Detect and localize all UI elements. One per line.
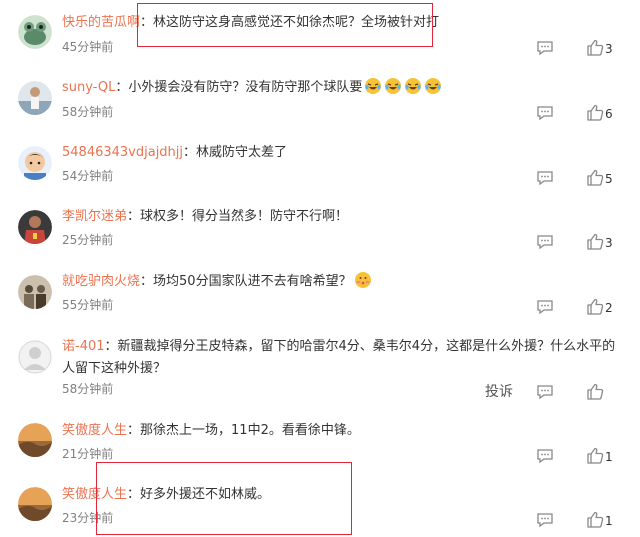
thumbs-up-icon[interactable] [586, 39, 604, 56]
highlight-box [137, 3, 433, 47]
frog-avatar[interactable] [18, 15, 52, 49]
thumbs-up-icon[interactable] [586, 233, 604, 250]
username-link[interactable]: 就吃驴肉火烧 [62, 274, 140, 289]
comment-text: 那徐杰上一场，11中2。看看徐中锋。 [140, 423, 360, 438]
reply-icon[interactable] [536, 105, 554, 121]
reply-icon[interactable] [536, 384, 554, 400]
reply-icon[interactable] [536, 234, 554, 250]
landscape-avatar[interactable] [18, 487, 52, 521]
red-jersey-avatar[interactable] [18, 210, 52, 244]
comment-time: 25分钟前 [62, 233, 114, 247]
comment-text: 林威防守太差了 [196, 145, 288, 160]
comment-time: 58分钟前 [62, 105, 114, 119]
landscape-avatar[interactable] [18, 423, 52, 457]
reply-icon[interactable] [536, 299, 554, 315]
like-count: 3 [605, 236, 613, 250]
comment-line: 笑傲度人生：那徐杰上一场，11中2。看看徐中锋。 [62, 420, 622, 442]
comment-text: 小外援会没有防守？没有防守那个球队要 [128, 80, 363, 95]
username-link[interactable]: 李凯尔迷弟 [62, 209, 127, 224]
comment-time: 45分钟前 [62, 40, 114, 54]
colon: ： [104, 339, 118, 354]
username-link[interactable]: 诺-401 [62, 339, 105, 354]
highlight-box [96, 462, 352, 535]
like-count: 6 [605, 107, 613, 121]
comment-line: 54846343vdjajdhjj：林威防守太差了 [62, 142, 622, 164]
reply-icon[interactable] [536, 512, 554, 528]
thumbs-up-icon[interactable] [586, 447, 604, 464]
comment-time: 58分钟前 [62, 382, 114, 396]
laughing-crying-emoji [404, 77, 422, 103]
like-count: 3 [605, 42, 613, 56]
comment-time: 55分钟前 [62, 298, 114, 312]
laughing-crying-emoji [424, 77, 442, 103]
blushing-emoji [354, 271, 372, 297]
comment-text: 新疆裁掉得分王皮特森，留下的哈雷尔4分、桑韦尔4分，这都是什么外援？什么水平的人… [62, 339, 616, 376]
laughing-crying-emoji [384, 77, 402, 103]
comment-line: 诺-401：新疆裁掉得分王皮特森，留下的哈雷尔4分、桑韦尔4分，这都是什么外援？… [62, 336, 622, 380]
like-count: 1 [605, 450, 613, 464]
colon: ： [127, 209, 141, 224]
comment-list: 快乐的苦瓜啊：林这防守这身高感觉还不如徐杰呢？全场被针对打 45分钟前 3 su… [0, 0, 640, 537]
group-photo-avatar[interactable] [18, 275, 52, 309]
thumbs-up-icon[interactable] [586, 104, 604, 121]
colon: ： [140, 274, 154, 289]
comment-time: 21分钟前 [62, 447, 114, 461]
laughing-crying-emoji [364, 77, 382, 103]
like-count: 1 [605, 514, 613, 528]
username-link[interactable]: suny-QL [62, 80, 115, 95]
reply-icon[interactable] [536, 40, 554, 56]
comment-line: 就吃驴肉火烧：场均50分国家队进不去有啥希望？ [62, 271, 622, 297]
thumbs-up-icon[interactable] [586, 511, 604, 528]
reply-icon[interactable] [536, 170, 554, 186]
username-link[interactable]: 笑傲度人生 [62, 423, 127, 438]
username-link[interactable]: 快乐的苦瓜啊 [62, 15, 140, 30]
report-button[interactable]: 投诉 [485, 383, 513, 401]
comment-text: 场均50分国家队进不去有啥希望？ [153, 274, 352, 289]
comment-line: 李凯尔迷弟：球权多！得分当然多！防守不行啊！ [62, 206, 622, 228]
thumbs-up-icon[interactable] [586, 383, 604, 400]
like-count: 5 [605, 172, 613, 186]
like-count: 2 [605, 301, 613, 315]
comment-text: 球权多！得分当然多！防守不行啊！ [140, 209, 349, 224]
cartoon-boy-avatar[interactable] [18, 146, 52, 180]
colon: ： [183, 145, 197, 160]
colon: ： [127, 423, 141, 438]
comment-time: 54分钟前 [62, 169, 114, 183]
colon: ： [115, 80, 129, 95]
thumbs-up-icon[interactable] [586, 169, 604, 186]
default-avatar[interactable] [18, 340, 52, 374]
username-link[interactable]: 54846343vdjajdhjj [62, 145, 183, 160]
thumbs-up-icon[interactable] [586, 298, 604, 315]
reply-icon[interactable] [536, 448, 554, 464]
player-avatar[interactable] [18, 81, 52, 115]
comment-line: suny-QL：小外援会没有防守？没有防守那个球队要 [62, 77, 622, 103]
